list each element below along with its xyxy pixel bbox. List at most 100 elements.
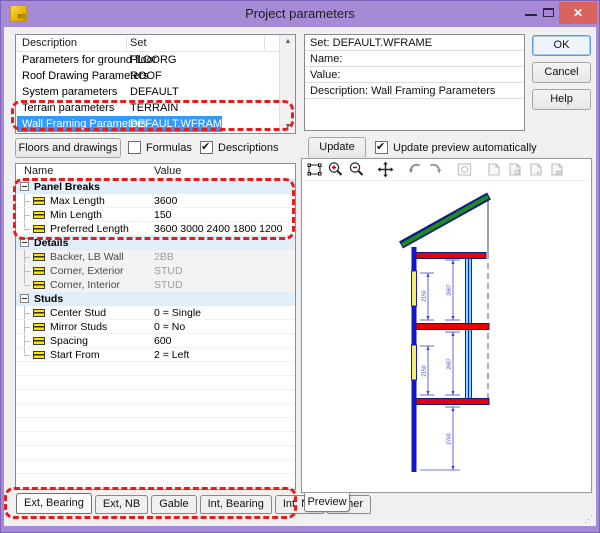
- param-set-code: TERRAIN: [130, 102, 178, 114]
- tree-group-label: Studs: [34, 293, 63, 305]
- param-set-row[interactable]: Terrain parametersTERRAIN: [16, 100, 295, 116]
- column-separator: [264, 36, 265, 50]
- close-icon[interactable]: ✕: [559, 2, 597, 24]
- tree-item-row[interactable]: Corner, InteriorSTUD: [16, 278, 295, 292]
- parameter-name: Spacing: [50, 335, 88, 347]
- tab-gable[interactable]: Gable: [151, 495, 196, 514]
- column-header-value[interactable]: Value: [154, 165, 181, 177]
- parameter-icon: [33, 267, 45, 275]
- wall-framing-drawing: 2150 2687 2150 2687 2760: [302, 181, 591, 492]
- collapse-icon[interactable]: [20, 182, 29, 191]
- page-copy-icon: [485, 161, 502, 178]
- parameter-tree-header[interactable]: Name Value: [16, 164, 295, 180]
- auto-update-checkbox-label[interactable]: Update preview automatically: [393, 142, 537, 154]
- parameter-value[interactable]: 0 = No: [154, 321, 185, 333]
- dimension-label: 2687: [447, 358, 453, 369]
- formulas-checkbox-label[interactable]: Formulas: [146, 142, 192, 154]
- pan-icon[interactable]: [377, 161, 394, 178]
- scroll-up-icon[interactable]: ▲: [280, 38, 296, 45]
- collapse-icon[interactable]: [20, 294, 29, 303]
- column-separator: [126, 36, 127, 50]
- parameter-name: Center Stud: [50, 307, 106, 319]
- tree-item-row[interactable]: Center Stud 0 = Single: [16, 306, 295, 320]
- parameter-value[interactable]: 2BB: [154, 251, 174, 263]
- zoom-area-icon[interactable]: [306, 161, 323, 178]
- parameter-value[interactable]: 3600: [154, 195, 177, 207]
- zoom-in-icon[interactable]: [327, 161, 344, 178]
- parameter-icon: [33, 351, 45, 359]
- tree-empty-row: [16, 376, 295, 390]
- tree-item-row[interactable]: Spacing 600: [16, 334, 295, 348]
- param-set-row[interactable]: Parameters for ground floorFLOORG: [16, 52, 295, 68]
- help-button[interactable]: Help: [532, 89, 591, 110]
- tree-item-row[interactable]: Mirror Studs 0 = No: [16, 320, 295, 334]
- parameter-value[interactable]: 150: [154, 209, 172, 221]
- parameter-value[interactable]: 600: [154, 335, 172, 347]
- tree-group-row[interactable]: Panel Breaks: [16, 180, 295, 194]
- parameter-icon: [33, 225, 45, 233]
- tree-item-row[interactable]: Min Length150: [16, 208, 295, 222]
- scroll-down-icon[interactable]: ▼: [280, 123, 296, 130]
- param-set-code: DEFAULT.WFRAME: [130, 118, 229, 130]
- titlebar[interactable]: BD Project parameters ✕: [1, 1, 599, 27]
- column-header-description[interactable]: Description: [22, 37, 77, 49]
- scrollbar[interactable]: ▲ ▼: [279, 35, 295, 133]
- tree-item-row[interactable]: Max Length3600: [16, 194, 295, 208]
- tree-empty-row: [16, 432, 295, 446]
- resize-grip[interactable]: ⋰: [584, 515, 592, 523]
- descriptions-checkbox[interactable]: [200, 141, 213, 154]
- parameter-name: Backer, LB Wall: [50, 251, 124, 263]
- descriptions-checkbox-label[interactable]: Descriptions: [218, 142, 279, 154]
- tab-ext-nb[interactable]: Ext, NB: [95, 495, 148, 514]
- param-set-code: ROOF: [130, 70, 162, 82]
- column-header-set[interactable]: Set: [130, 37, 147, 49]
- info-description-line: Description: Wall Framing Parameters: [305, 83, 524, 99]
- param-set-row[interactable]: System parametersDEFAULT: [16, 84, 295, 100]
- parameter-name: Preferred Length: [50, 223, 129, 235]
- rotate-right-icon[interactable]: [427, 161, 444, 178]
- collapse-icon[interactable]: [20, 238, 29, 247]
- tree-item-row[interactable]: Preferred Length 3600 3000 2400 1800 1200: [16, 222, 295, 236]
- maximize-icon[interactable]: [543, 8, 554, 17]
- tree-item-row[interactable]: Backer, LB Wall 2BB: [16, 250, 295, 264]
- param-set-rows: Parameters for ground floorFLOORGRoof Dr…: [16, 52, 295, 132]
- parameter-name: Mirror Studs: [50, 321, 107, 333]
- selection-info-panel: Set: DEFAULT.WFRAME Name: Value: Descrip…: [304, 34, 525, 131]
- parameter-value[interactable]: STUD: [154, 265, 183, 277]
- rotate-left-icon[interactable]: [406, 161, 423, 178]
- parameter-value[interactable]: 3600 3000 2400 1800 1200: [154, 223, 282, 235]
- tree-item-row[interactable]: Corner, ExteriorSTUD: [16, 264, 295, 278]
- tab-preview[interactable]: Preview: [304, 493, 350, 512]
- parameter-value[interactable]: 2 = Left: [154, 349, 189, 361]
- floors-and-drawings-button[interactable]: Floors and drawings: [15, 138, 121, 158]
- info-value-line: Value:: [305, 67, 524, 83]
- param-set-row[interactable]: Wall Framing ParametersDEFAULT.WFRAME: [16, 116, 295, 132]
- parameter-icon: [33, 211, 45, 219]
- ok-button[interactable]: OK: [532, 35, 591, 56]
- tree-item-row[interactable]: Start From 2 = Left: [16, 348, 295, 362]
- parameter-value[interactable]: 0 = Single: [154, 307, 201, 319]
- tab-ext-bearing[interactable]: Ext, Bearing: [16, 493, 92, 514]
- page-copy-icon: [548, 161, 565, 178]
- cancel-button[interactable]: Cancel: [532, 62, 591, 83]
- tree-group-row[interactable]: Studs: [16, 292, 295, 306]
- param-set-list[interactable]: Description Set Parameters for ground fl…: [15, 34, 296, 134]
- parameter-tree[interactable]: Name Value Panel BreaksMax Length3600Min…: [15, 163, 296, 490]
- auto-update-checkbox[interactable]: [375, 141, 388, 154]
- zoom-target-icon: [456, 161, 473, 178]
- minimize-icon[interactable]: [525, 14, 537, 16]
- info-set-line: Set: DEFAULT.WFRAME: [305, 35, 524, 51]
- param-set-list-header[interactable]: Description Set: [16, 35, 295, 52]
- tree-group-row[interactable]: Details: [16, 236, 295, 250]
- zoom-out-icon[interactable]: [348, 161, 365, 178]
- parameter-name: Start From: [50, 349, 100, 361]
- tree-body: Panel BreaksMax Length3600Min Length150P…: [16, 180, 295, 488]
- column-header-name[interactable]: Name: [24, 165, 53, 177]
- tab-int-bearing[interactable]: Int, Bearing: [200, 495, 272, 514]
- formulas-checkbox[interactable]: [128, 141, 141, 154]
- param-set-description: System parameters: [22, 86, 117, 98]
- param-set-description: Wall Framing Parameters: [22, 118, 146, 130]
- update-button[interactable]: Update: [308, 137, 366, 158]
- param-set-row[interactable]: Roof Drawing ParametersROOF: [16, 68, 295, 84]
- parameter-value[interactable]: STUD: [154, 279, 183, 291]
